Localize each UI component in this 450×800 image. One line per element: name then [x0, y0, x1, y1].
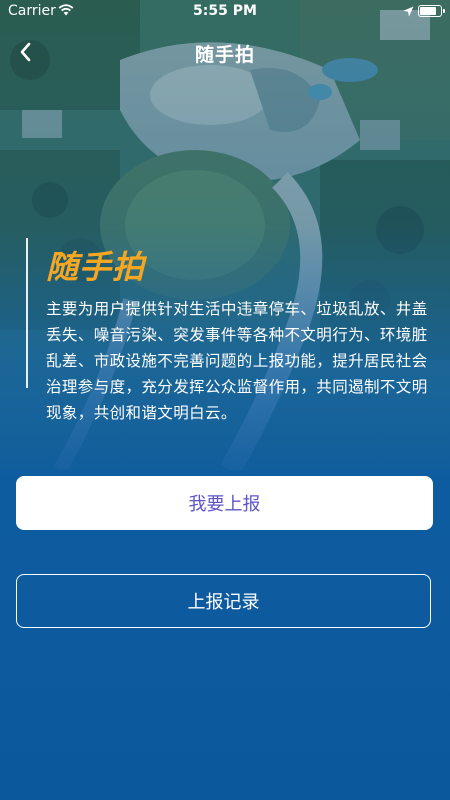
battery-level: [420, 7, 436, 15]
intro-accent-line: [26, 238, 28, 388]
report-button[interactable]: 我要上报: [16, 476, 433, 530]
status-bar: Carrier 5:55 PM: [0, 0, 450, 22]
nav-bar: 随手拍: [0, 30, 450, 74]
intro-title: 随手拍: [46, 248, 146, 286]
intro-description: 主要为用户提供针对生活中违章停车、垃圾乱放、井盖丢失、噪音污染、突发事件等各种不…: [46, 300, 428, 422]
page-title: 随手拍: [194, 44, 255, 66]
status-time: 5:55 PM: [193, 3, 257, 19]
report-records-button[interactable]: 上报记录: [16, 574, 431, 628]
battery-icon: [418, 5, 445, 17]
location-arrow-icon: [403, 5, 414, 21]
